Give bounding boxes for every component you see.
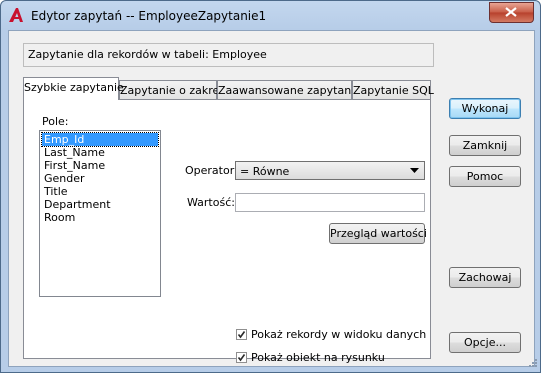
tab-range-query[interactable]: Zapytanie o zakres — [119, 80, 225, 99]
autocad-app-icon — [9, 8, 23, 22]
window-close-button[interactable] — [489, 2, 534, 23]
help-button[interactable]: Pomoc — [449, 166, 521, 187]
operator-value: = Równe — [240, 165, 290, 178]
browse-values-button[interactable]: Przegląd wartości — [329, 223, 427, 244]
dialog-window: Edytor zapytań -- EmployeeZapytanie1 Zap… — [0, 0, 541, 373]
tab-label: Szybkie zapytanie — [24, 81, 124, 94]
list-item[interactable]: Gender — [42, 172, 87, 185]
checkmark-icon — [237, 331, 246, 339]
operator-label: Operator: — [185, 164, 238, 177]
tab-label: Zapytanie SQL — [353, 84, 434, 97]
quick-query-panel: Pole: Emp_Id Last_Name First_Name Gender… — [23, 99, 431, 364]
tab-advanced-query[interactable]: Zaawansowane zapytanie — [217, 80, 361, 99]
show-records-checkbox[interactable] — [236, 329, 247, 340]
info-text: Zapytanie dla rekordów w tabeli: Employe… — [28, 48, 267, 61]
dialog-client-area: Zapytanie dla rekordów w tabeli: Employe… — [8, 30, 535, 367]
tab-label: Zaawansowane zapytanie — [218, 84, 362, 97]
list-item[interactable]: Title — [42, 185, 70, 198]
show-object-label: Pokaż obiekt na rysunku — [251, 351, 385, 364]
field-label: Pole: — [42, 115, 69, 128]
value-label: Wartość: — [187, 196, 235, 209]
tab-quick-query[interactable]: Szybkie zapytanie — [23, 77, 124, 100]
list-item[interactable]: Department — [42, 198, 113, 211]
resize-grip-icon[interactable] — [526, 358, 538, 370]
save-button[interactable]: Zachowaj — [449, 267, 521, 288]
close-button[interactable]: Zamknij — [449, 135, 521, 156]
list-item[interactable]: First_Name — [42, 159, 107, 172]
checkmark-icon — [237, 354, 246, 362]
tab-sql-query[interactable]: Zapytanie SQL — [352, 80, 434, 99]
list-item[interactable]: Last_Name — [42, 146, 107, 159]
close-icon — [505, 7, 517, 17]
list-item[interactable]: Emp_Id — [41, 132, 159, 147]
window-title: Edytor zapytań -- EmployeeZapytanie1 — [31, 9, 267, 23]
value-input[interactable] — [235, 193, 425, 212]
execute-button[interactable]: Wykonaj — [449, 98, 521, 119]
info-box: Zapytanie dla rekordów w tabeli: Employe… — [23, 43, 434, 67]
title-bar[interactable]: Edytor zapytań -- EmployeeZapytanie1 — [1, 1, 540, 31]
operator-select[interactable]: = Równe — [235, 161, 425, 180]
field-listbox[interactable]: Emp_Id Last_Name First_Name Gender Title… — [39, 130, 161, 297]
show-object-checkbox[interactable] — [236, 352, 247, 363]
show-records-label: Pokaż rekordy w widoku danych — [251, 328, 427, 341]
chevron-down-icon — [410, 168, 419, 173]
list-item[interactable]: Room — [42, 211, 77, 224]
options-button[interactable]: Opcje... — [449, 332, 521, 353]
tab-label: Zapytanie o zakres — [120, 84, 226, 97]
